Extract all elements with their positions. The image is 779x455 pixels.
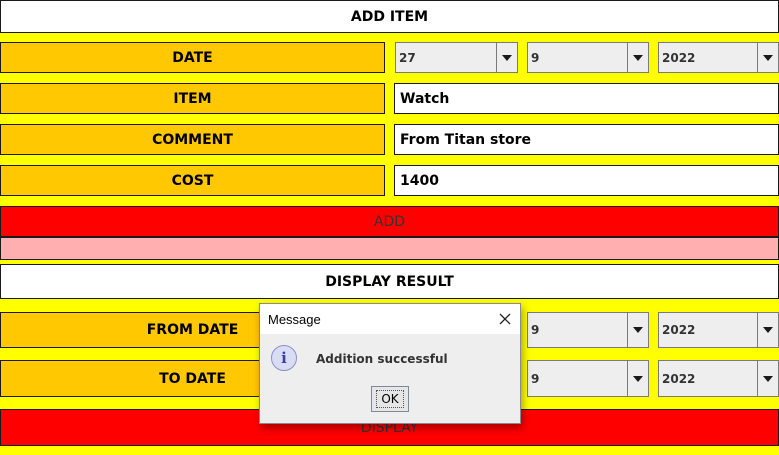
chevron-down-icon[interactable] [627,313,648,347]
comment-label-text: COMMENT [152,131,233,148]
to-year-value: 2022 [662,371,696,386]
comment-input-value: From Titan store [400,131,532,148]
from-year-value: 2022 [662,323,696,337]
cost-label: COST [0,165,385,196]
message-dialog: Message i Addition successful OK [259,303,521,424]
year-value: 2022 [662,50,696,65]
comment-input[interactable]: From Titan store [394,124,779,155]
to-month-value: 9 [531,371,540,386]
add-item-header: ADD ITEM [0,0,779,33]
to-month-combo[interactable]: 9 [527,360,649,397]
chevron-down-icon[interactable] [757,313,778,347]
chevron-down-icon[interactable] [496,43,517,72]
status-bar [0,237,779,260]
month-value: 9 [531,50,540,65]
day-combo[interactable]: 27 [395,42,518,73]
add-button-label: ADD [373,213,406,230]
to-year-combo[interactable]: 2022 [658,360,779,397]
cost-input-value: 1400 [400,172,439,189]
date-label: DATE [0,42,385,73]
day-value: 27 [399,50,416,65]
item-label: ITEM [0,83,385,114]
display-result-header: DISPLAY RESULT [0,264,779,299]
chevron-down-icon[interactable] [627,361,648,396]
close-icon[interactable] [496,310,514,328]
chevron-down-icon[interactable] [757,361,778,396]
item-input-value: Watch [400,90,450,107]
information-icon: i [271,345,297,371]
year-combo[interactable]: 2022 [658,42,779,73]
dialog-message: Addition successful [316,352,448,366]
from-month-value: 9 [531,323,540,337]
cost-label-text: COST [171,172,214,189]
ok-button-label: OK [376,390,404,408]
comment-label: COMMENT [0,124,385,155]
add-item-title: ADD ITEM [350,8,429,25]
to-date-label-text: TO DATE [159,370,226,387]
chevron-down-icon[interactable] [757,43,778,72]
date-label-text: DATE [172,49,213,66]
from-month-combo[interactable]: 9 [527,312,649,348]
ok-button[interactable]: OK [371,386,409,412]
item-input[interactable]: Watch [394,83,779,114]
month-combo[interactable]: 9 [527,42,649,73]
from-year-combo[interactable]: 2022 [658,312,779,348]
from-date-label-text: FROM DATE [146,322,239,338]
display-result-title: DISPLAY RESULT [325,273,454,290]
add-button[interactable]: ADD [0,206,779,237]
dialog-body: i Addition successful OK [260,334,520,423]
cost-input[interactable]: 1400 [394,165,779,196]
dialog-title: Message [268,312,321,327]
dialog-title-bar: Message [260,304,520,334]
item-label-text: ITEM [173,90,212,107]
chevron-down-icon[interactable] [627,43,648,72]
